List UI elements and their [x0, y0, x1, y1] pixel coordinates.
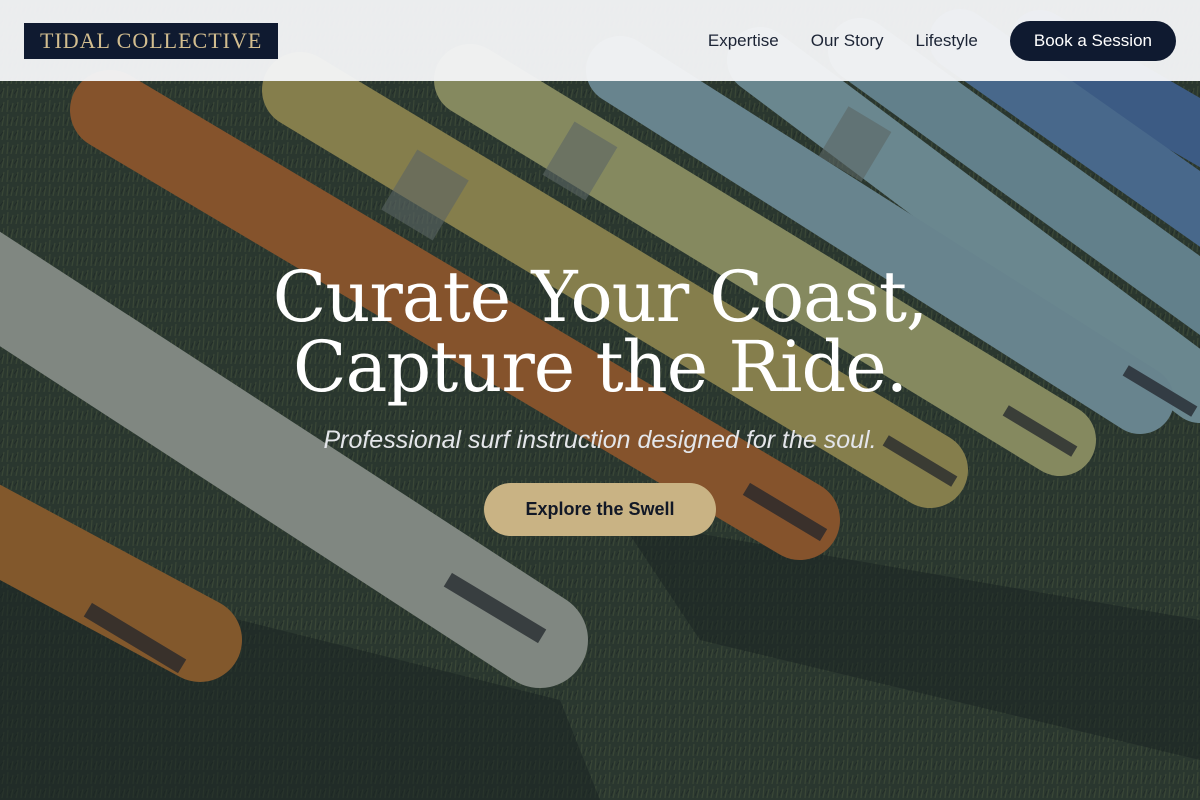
hero-subtitle: Professional surf instruction designed f… — [323, 426, 877, 454]
explore-swell-button[interactable]: Explore the Swell — [484, 483, 716, 536]
brand-logo[interactable]: TIDAL COLLECTIVE — [24, 22, 279, 59]
hero-headline: Curate Your Coast, Capture the Ride. — [0, 262, 1200, 402]
nav-link-our-story[interactable]: Our Story — [811, 31, 884, 51]
hero-headline-line-2: Capture the Ride. — [293, 326, 908, 408]
nav-menu: Expertise Our Story Lifestyle Book a Ses… — [708, 20, 1176, 61]
hero-headline-line-1: Curate Your Coast, — [272, 256, 928, 338]
hero-section: Curate Your Coast, Capture the Ride. Pro… — [0, 262, 1200, 536]
nav-link-lifestyle[interactable]: Lifestyle — [915, 31, 977, 51]
book-session-button[interactable]: Book a Session — [1009, 20, 1176, 61]
nav-link-expertise[interactable]: Expertise — [708, 31, 779, 51]
top-navigation-bar: TIDAL COLLECTIVE Expertise Our Story Lif… — [0, 0, 1200, 81]
